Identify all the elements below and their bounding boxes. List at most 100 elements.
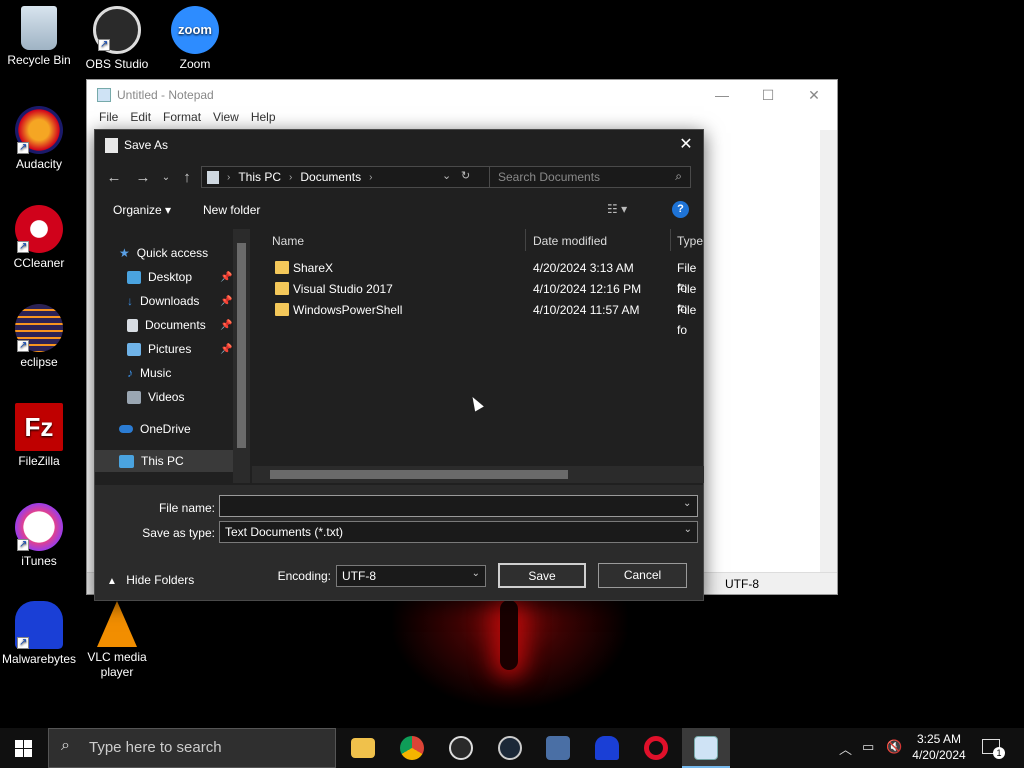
shortcut-arrow-icon <box>17 140 29 155</box>
file-explorer-icon[interactable] <box>351 738 375 758</box>
desktop-icon-label: OBS Studio <box>85 57 149 71</box>
address-dropdown-icon[interactable]: ⌄ <box>442 169 451 182</box>
nav-item-downloads[interactable]: ↓ Downloads 📌 <box>127 290 247 312</box>
file-row[interactable]: ShareX 4/20/2024 3:13 AM File fo <box>272 258 704 295</box>
new-folder-button[interactable]: New folder <box>203 203 260 217</box>
file-list-horizontal-scrollbar[interactable] <box>252 466 704 483</box>
desktop-icon-audacity[interactable]: Audacity <box>0 106 78 172</box>
start-button[interactable] <box>0 728 48 768</box>
windows-logo-icon <box>15 749 23 757</box>
organize-button[interactable]: Organize ▾ <box>113 203 171 217</box>
volume-muted-icon[interactable]: 🔇 <box>886 739 902 755</box>
dialog-titlebar[interactable]: Save As <box>95 130 703 160</box>
help-icon[interactable]: ? <box>672 201 689 218</box>
desktop-icon-ccleaner[interactable]: CCleaner <box>0 205 78 271</box>
encoding-select[interactable]: UTF-8 ⌄ <box>336 565 486 587</box>
vlc-icon <box>97 601 137 647</box>
desktop-icon-vlc[interactable]: VLC media player <box>78 601 156 680</box>
save-type-value: Text Documents (*.txt) <box>225 525 344 539</box>
dialog-close-button[interactable]: ✕ <box>669 130 703 160</box>
folder-icon <box>275 303 289 316</box>
chrome-icon[interactable] <box>400 736 424 760</box>
taskbar-active-notepad[interactable] <box>682 728 730 768</box>
desktop-icon-malwarebytes[interactable]: Malwarebytes <box>0 601 78 667</box>
column-header-date[interactable]: Date modified <box>533 231 607 251</box>
file-date: 4/10/2024 11:57 AM <box>533 303 640 317</box>
column-separator[interactable] <box>670 229 671 251</box>
up-button[interactable]: ↑ <box>176 167 198 189</box>
taskbar-search-box[interactable]: ⌕ Type here to search <box>48 728 336 768</box>
chevron-up-icon: ▲ <box>107 576 117 587</box>
breadcrumb-separator-icon: › <box>369 171 373 183</box>
file-row[interactable]: WindowsPowerShell 4/10/2024 11:57 AM Fil… <box>272 300 704 337</box>
nav-item-videos[interactable]: Videos <box>127 386 184 408</box>
app-icon[interactable] <box>546 736 570 760</box>
nav-item-documents[interactable]: Documents 📌 <box>127 314 247 336</box>
file-name: ShareX <box>293 261 334 275</box>
file-name-input[interactable] <box>219 495 698 517</box>
menu-help[interactable]: Help <box>245 110 282 130</box>
notification-center-icon[interactable]: 1 <box>982 739 1005 759</box>
menu-view[interactable]: View <box>207 110 245 130</box>
nav-item-pictures[interactable]: Pictures 📌 <box>127 338 247 360</box>
maximize-button[interactable]: ☐ <box>745 80 791 110</box>
breadcrumb-documents[interactable]: Documents <box>300 170 361 184</box>
menu-file[interactable]: File <box>93 110 124 130</box>
status-encoding: UTF-8 <box>725 577 759 591</box>
desktop-icon-eclipse[interactable]: eclipse <box>0 304 78 370</box>
refresh-icon[interactable]: ↻ <box>461 169 470 182</box>
column-separator[interactable] <box>525 229 526 251</box>
notepad-vertical-scrollbar[interactable] <box>820 130 837 572</box>
file-row[interactable]: Visual Studio 2017 4/10/2024 12:16 PM Fi… <box>272 279 704 316</box>
desktop-icon-itunes[interactable]: iTunes <box>0 503 78 569</box>
desktop-icon-obs[interactable]: OBS Studio <box>78 6 156 72</box>
save-type-select[interactable]: Text Documents (*.txt) ⌄ <box>219 521 698 543</box>
audacity-icon <box>15 106 63 155</box>
malwarebytes-icon[interactable] <box>595 736 619 760</box>
search-icon: ⌕ <box>61 737 70 754</box>
column-header-name[interactable]: Name <box>272 231 304 251</box>
desktop-icon-zoom[interactable]: zoom Zoom <box>156 6 234 72</box>
ccleaner-icon <box>15 205 63 254</box>
hide-folders-button[interactable]: ▲ Hide Folders <box>107 573 194 587</box>
network-icon[interactable]: ▭ <box>862 739 874 755</box>
nav-item-this-pc[interactable]: This PC <box>119 450 184 472</box>
save-button[interactable]: Save <box>498 563 586 588</box>
star-icon: ★ <box>119 246 130 260</box>
desktop-icon-filezilla[interactable]: Fz FileZilla <box>0 403 78 469</box>
chevron-up-icon[interactable]: ︿ <box>839 739 852 758</box>
nav-item-desktop[interactable]: Desktop 📌 <box>127 266 247 288</box>
change-view-icon[interactable]: ☷ ▾ <box>607 202 627 216</box>
scrollbar-thumb[interactable] <box>237 243 246 448</box>
nav-item-onedrive[interactable]: OneDrive <box>119 418 191 440</box>
opera-icon[interactable] <box>644 736 668 760</box>
search-icon: ⌕ <box>675 169 682 183</box>
menu-edit[interactable]: Edit <box>124 110 157 130</box>
desktop-icon-recycle-bin[interactable]: Recycle Bin <box>0 6 78 68</box>
save-options-panel: File name: ⌄ Save as type: Text Document… <box>95 485 703 600</box>
shortcut-arrow-icon <box>17 239 29 254</box>
back-button[interactable]: ← <box>103 167 125 189</box>
search-input[interactable]: Search Documents ⌕ <box>489 166 691 188</box>
nav-label: Music <box>140 366 172 380</box>
system-clock[interactable]: 3:25 AM 4/20/2024 <box>908 731 970 763</box>
nav-label: Pictures <box>148 342 192 356</box>
recent-locations-button[interactable]: ⌄ <box>155 167 177 189</box>
forward-button[interactable]: → <box>132 167 154 189</box>
close-button[interactable]: ✕ <box>791 80 837 110</box>
steam-icon[interactable] <box>498 736 522 760</box>
minimize-button[interactable]: — <box>699 80 745 110</box>
menu-format[interactable]: Format <box>157 110 207 130</box>
nav-item-quick-access[interactable]: ★ Quick access <box>119 242 208 264</box>
column-header-type[interactable]: Type <box>677 231 703 251</box>
windows-logo-icon <box>24 749 32 757</box>
file-name-dropdown-icon[interactable]: ⌄ <box>683 498 691 509</box>
breadcrumb-this-pc[interactable]: This PC <box>238 170 281 184</box>
scrollbar-thumb[interactable] <box>270 470 568 479</box>
nav-vertical-scrollbar[interactable] <box>233 229 250 483</box>
obs-icon[interactable] <box>449 736 473 760</box>
this-pc-icon <box>207 170 219 184</box>
cancel-button[interactable]: Cancel <box>598 563 687 588</box>
nav-item-music[interactable]: ♪ Music <box>127 362 171 384</box>
hide-folders-label: Hide Folders <box>126 573 195 587</box>
